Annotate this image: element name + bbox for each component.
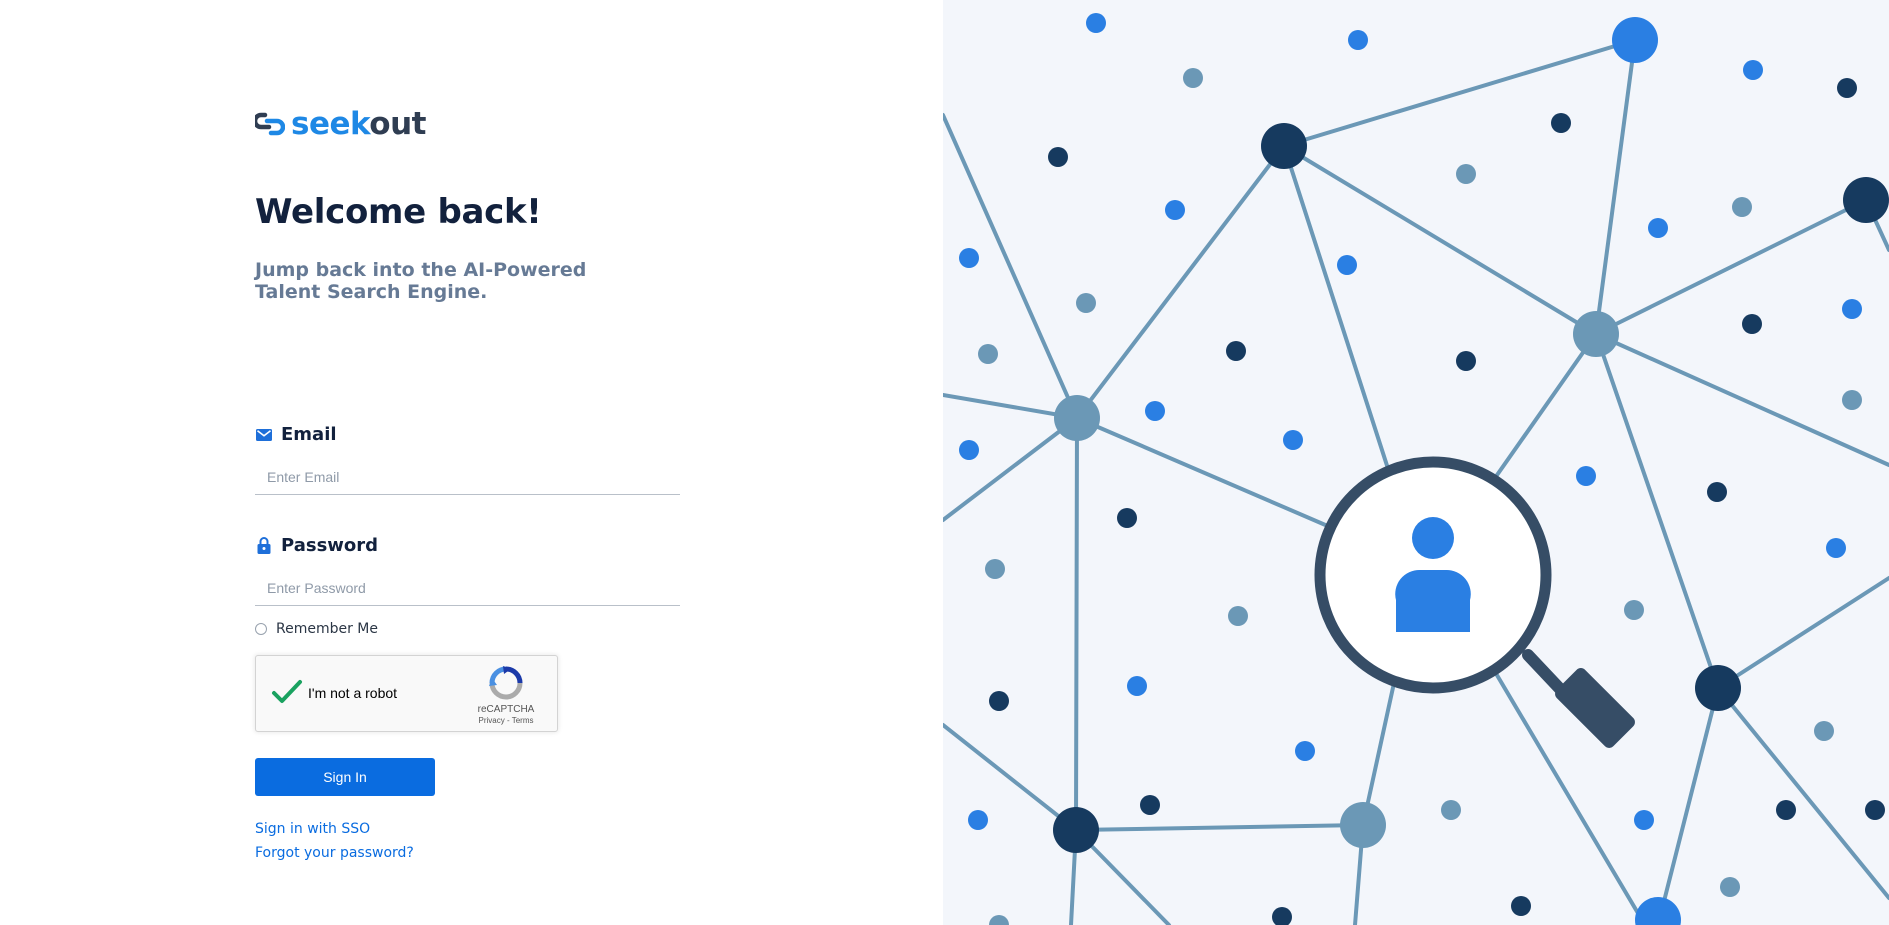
remember-me-radio[interactable] xyxy=(255,623,267,635)
forgot-password-link[interactable]: Forgot your password? xyxy=(255,845,414,861)
recaptcha-widget: I'm not a robot reCAPTCHA Privacy - Term… xyxy=(255,655,558,732)
remember-me-label[interactable]: Remember Me xyxy=(276,621,378,637)
seekout-wordmark: seekout xyxy=(291,105,426,142)
captcha-label[interactable]: I'm not a robot xyxy=(308,685,397,701)
recaptcha-logo-icon xyxy=(489,666,523,700)
magnifier-person-icon xyxy=(1314,456,1635,748)
page-title: Welcome back! xyxy=(255,192,542,232)
email-label-text: Email xyxy=(281,424,337,445)
email-label: Email xyxy=(255,424,337,445)
sso-link[interactable]: Sign in with SSO xyxy=(255,821,370,837)
page-subtitle: Jump back into the AI-Powered Talent Sea… xyxy=(255,259,587,303)
password-label-text: Password xyxy=(281,535,379,556)
envelope-icon xyxy=(255,426,273,444)
captcha-checkmark-icon[interactable] xyxy=(271,678,303,706)
remember-me-row[interactable]: Remember Me xyxy=(255,621,378,637)
sign-in-button[interactable]: Sign In xyxy=(255,758,435,796)
recaptcha-privacy-terms[interactable]: Privacy - Terms xyxy=(463,716,549,725)
login-page: seekout Welcome back! Jump back into the… xyxy=(0,0,1889,925)
password-field[interactable] xyxy=(255,570,680,606)
wordmark-out: out xyxy=(369,105,426,142)
wordmark-seek: seek xyxy=(291,105,370,142)
seekout-logo: seekout xyxy=(255,104,426,144)
password-label: Password xyxy=(255,535,378,556)
illustration-panel xyxy=(943,0,1889,925)
talent-network-illustration xyxy=(943,13,1889,925)
lock-icon xyxy=(255,537,273,555)
seekout-logo-mark-icon xyxy=(255,112,285,136)
recaptcha-brand: reCAPTCHA xyxy=(477,704,535,715)
email-field[interactable] xyxy=(255,459,680,495)
login-panel: seekout Welcome back! Jump back into the… xyxy=(0,0,943,925)
